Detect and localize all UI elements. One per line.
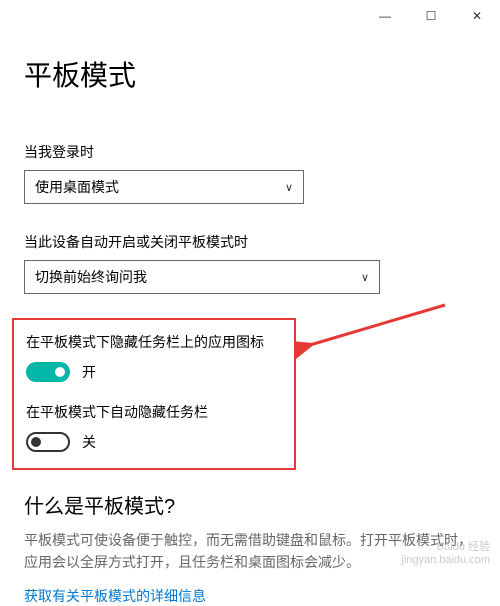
info-link[interactable]: 获取有关平板模式的详细信息 [24, 588, 206, 604]
toggle-state-text: 开 [82, 362, 96, 382]
toggle-auto-hide-taskbar-group: 在平板模式下自动隐藏任务栏 关 [26, 402, 282, 452]
window-titlebar: — ☐ ✕ [0, 0, 500, 32]
close-button[interactable]: ✕ [454, 0, 500, 32]
dropdown-value: 使用桌面模式 [35, 177, 119, 197]
login-behavior-label: 当我登录时 [24, 142, 476, 162]
toggle-hide-app-icons[interactable] [26, 362, 70, 382]
toggle-label: 在平板模式下隐藏任务栏上的应用图标 [26, 332, 282, 352]
maximize-button[interactable]: ☐ [408, 0, 454, 32]
auto-switch-dropdown[interactable]: 切换前始终询问我 ∨ [24, 260, 380, 294]
chevron-down-icon: ∨ [361, 271, 369, 284]
toggle-state-text: 关 [82, 432, 96, 452]
settings-content: 平板模式 当我登录时 使用桌面模式 ∨ 当此设备自动开启或关闭平板模式时 切换前… [0, 54, 500, 606]
annotation-highlight: 在平板模式下隐藏任务栏上的应用图标 开 在平板模式下自动隐藏任务栏 关 [12, 318, 296, 470]
watermark: Baidu 经验 jingyan.baidu.com [401, 541, 490, 567]
minimize-button[interactable]: — [362, 0, 408, 32]
toggle-hide-app-icons-group: 在平板模式下隐藏任务栏上的应用图标 开 [26, 332, 282, 382]
toggle-label: 在平板模式下自动隐藏任务栏 [26, 402, 282, 422]
login-behavior-dropdown[interactable]: 使用桌面模式 ∨ [24, 170, 304, 204]
toggle-auto-hide-taskbar[interactable] [26, 432, 70, 452]
chevron-down-icon: ∨ [285, 181, 293, 194]
dropdown-value: 切换前始终询问我 [35, 267, 147, 287]
page-title: 平板模式 [24, 54, 476, 94]
auto-switch-label: 当此设备自动开启或关闭平板模式时 [24, 232, 476, 252]
info-heading: 什么是平板模式? [24, 490, 476, 519]
